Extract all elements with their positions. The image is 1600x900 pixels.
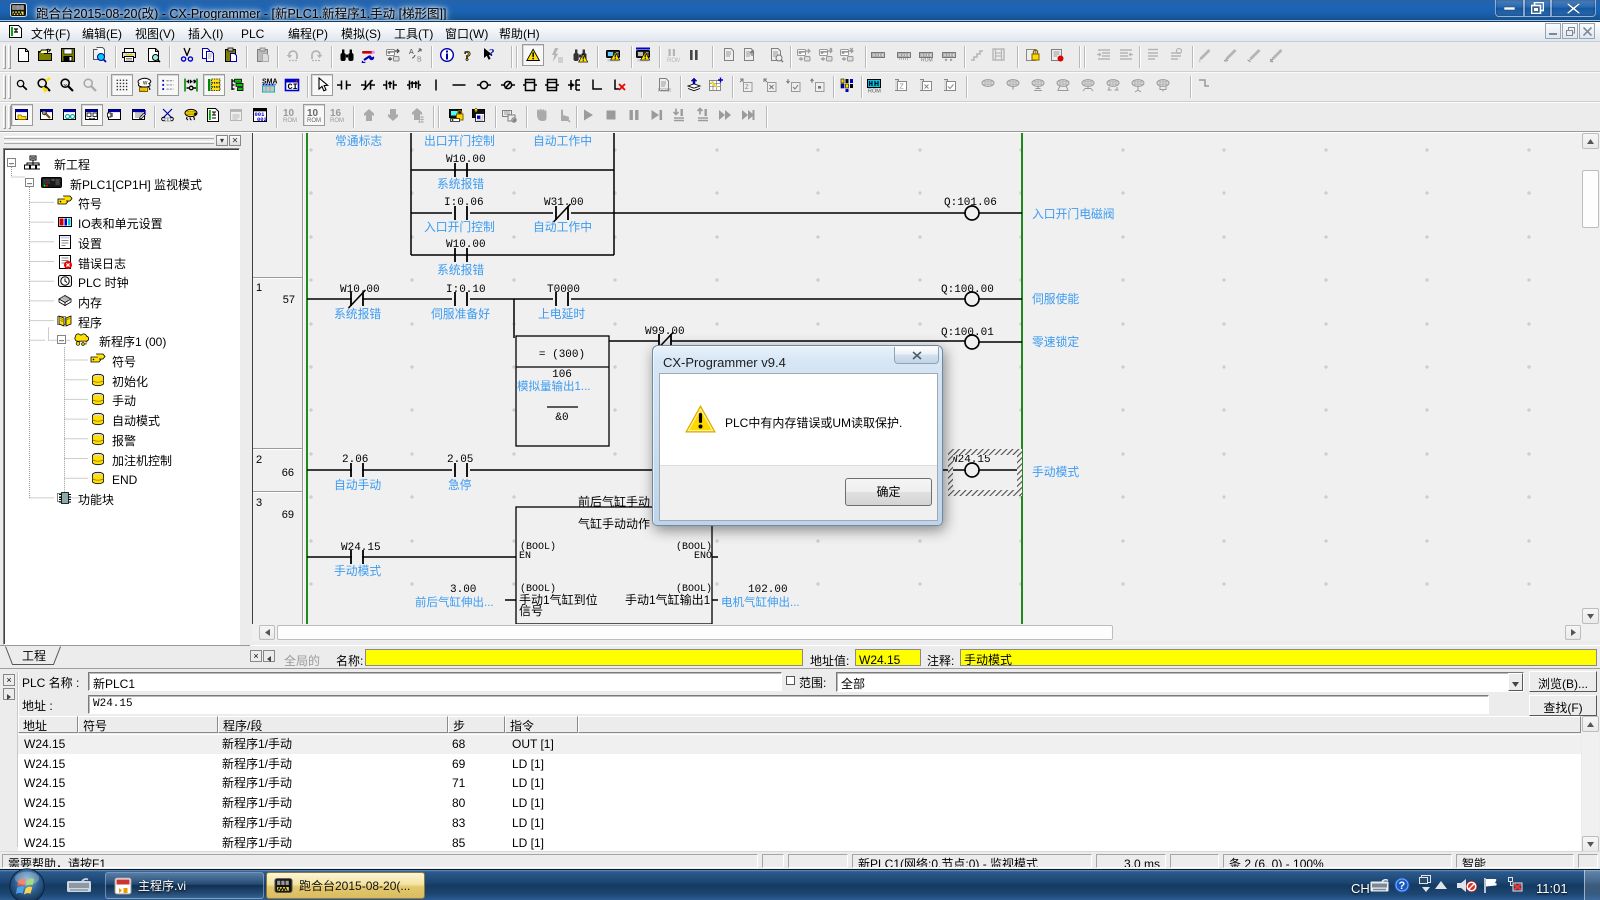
svg-text:69: 69 — [282, 506, 294, 522]
svg-text:Q:101.06: Q:101.06 — [944, 197, 997, 209]
svg-text:1: 1 — [256, 279, 262, 295]
svg-text:2.06: 2.06 — [342, 454, 368, 466]
svg-text:手动模式: 手动模式 — [334, 562, 381, 579]
svg-text:&0: &0 — [555, 412, 568, 424]
svg-text:= (300): = (300) — [539, 349, 585, 361]
svg-text:Z: Z — [745, 82, 749, 91]
svg-text:W31.00: W31.00 — [544, 197, 584, 209]
svg-text:w: w — [142, 78, 148, 87]
svg-text:I:0.06: I:0.06 — [444, 197, 484, 209]
svg-text:W99.00: W99.00 — [645, 326, 685, 338]
svg-text:手动1气缸输出1: 手动1气缸输出1 — [625, 591, 711, 608]
svg-text:ROM: ROM — [330, 118, 344, 123]
svg-text:2: 2 — [256, 451, 262, 467]
svg-text:ENO: ENO — [694, 551, 712, 562]
svg-text:CI: CI — [288, 82, 298, 92]
svg-text:T0000: T0000 — [547, 284, 580, 296]
svg-text:入口开门电磁阀: 入口开门电磁阀 — [1032, 205, 1115, 222]
svg-text:3: 3 — [256, 494, 262, 510]
svg-text:常通标志: 常通标志 — [335, 133, 382, 149]
svg-text:手动模式: 手动模式 — [1032, 463, 1079, 480]
svg-text:B: B — [417, 57, 422, 64]
svg-text:电机气缸伸出...: 电机气缸伸出... — [721, 594, 800, 610]
svg-text:2.05: 2.05 — [447, 454, 473, 466]
svg-text:W24.15: W24.15 — [341, 542, 381, 554]
svg-text:模拟量输出1...: 模拟量输出1... — [517, 378, 590, 394]
svg-text:自动手动: 自动手动 — [334, 476, 381, 493]
svg-text:ROM: ROM — [921, 57, 933, 64]
svg-text:出口开门控制: 出口开门控制 — [424, 133, 495, 149]
svg-text:气缸手动动作: 气缸手动动作 — [578, 515, 650, 532]
svg-text:W10.00: W10.00 — [340, 284, 380, 296]
svg-text:工程: 工程 — [22, 647, 46, 664]
svg-text:前后气缸手动: 前后气缸手动 — [578, 493, 650, 510]
svg-text:A: A — [409, 49, 414, 56]
svg-text:002: 002 — [257, 116, 267, 123]
svg-text:自动工作中: 自动工作中 — [533, 133, 592, 149]
svg-text:入口开门控制: 入口开门控制 — [424, 218, 495, 235]
svg-text:伺服准备好: 伺服准备好 — [431, 305, 490, 322]
svg-text:ROM: ROM — [283, 118, 297, 123]
svg-text:I:0.10: I:0.10 — [446, 284, 486, 296]
svg-text:66: 66 — [282, 464, 294, 480]
svg-text:W10.00: W10.00 — [446, 239, 486, 251]
svg-text:57: 57 — [283, 291, 295, 307]
svg-text:系统报错: 系统报错 — [437, 261, 484, 278]
svg-text:Z: Z — [900, 82, 905, 92]
svg-text:?: ? — [464, 50, 471, 64]
svg-text:上电延时: 上电延时 — [538, 305, 585, 322]
svg-text:ROM: ROM — [658, 86, 671, 93]
svg-text:前后气缸伸出...: 前后气缸伸出... — [415, 594, 494, 610]
svg-text:ROM: ROM — [868, 87, 881, 94]
svg-text:信号: 信号 — [519, 602, 543, 619]
svg-text:ROM: ROM — [307, 118, 321, 123]
svg-text:?: ? — [489, 47, 495, 59]
svg-text:?: ? — [1399, 880, 1406, 892]
svg-text:EN: EN — [519, 551, 531, 562]
svg-text:伺服使能: 伺服使能 — [1032, 290, 1079, 307]
svg-text:Q:100.01: Q:100.01 — [941, 327, 994, 339]
svg-text:急停: 急停 — [448, 476, 472, 493]
svg-text:系统报错: 系统报错 — [334, 305, 381, 322]
svg-text:W24.15: W24.15 — [951, 454, 991, 466]
svg-text:ROM: ROM — [667, 55, 680, 63]
svg-text:Q:100.00: Q:100.00 — [941, 284, 994, 296]
svg-text:自动工作中: 自动工作中 — [533, 218, 592, 235]
svg-text:W10.00: W10.00 — [446, 154, 486, 166]
svg-text:系统报错: 系统报错 — [437, 175, 484, 192]
svg-text:零速锁定: 零速锁定 — [1032, 333, 1079, 350]
